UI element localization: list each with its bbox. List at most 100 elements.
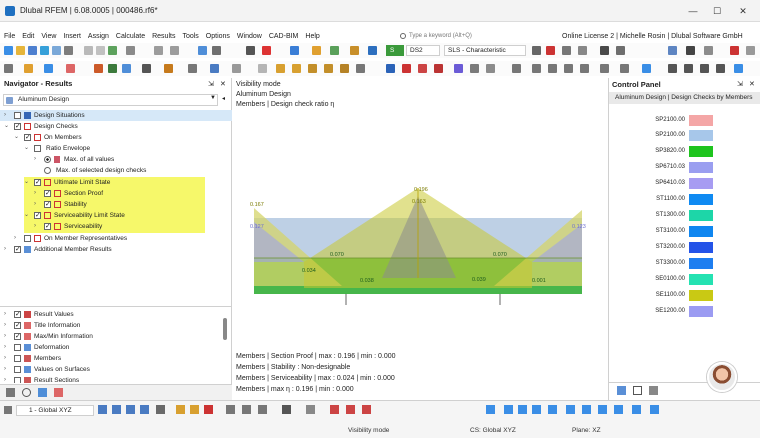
tree-item-member-representatives[interactable]: › On Member Representatives — [14, 233, 224, 244]
undo-icon[interactable] — [154, 46, 163, 55]
menu-view[interactable]: View — [41, 31, 56, 42]
magic-icon[interactable] — [24, 64, 33, 73]
max-min-checkbox[interactable] — [14, 331, 21, 342]
result-sections-checkbox[interactable] — [14, 377, 21, 383]
draw-line-icon[interactable] — [330, 405, 339, 414]
draw-polyline-icon[interactable] — [362, 405, 371, 414]
workplane-icon[interactable] — [614, 405, 623, 414]
guideline-icon[interactable] — [210, 64, 219, 73]
line-icon[interactable] — [66, 64, 75, 73]
tree-item-max-all-values[interactable]: › Max. of all values — [34, 154, 224, 165]
layers-icon[interactable] — [686, 46, 695, 55]
copy-tool-icon[interactable] — [356, 64, 365, 73]
results-icon[interactable] — [262, 46, 271, 55]
menu-calculate[interactable]: Calculate — [116, 31, 145, 42]
menu-cad-bim[interactable]: CAD-BIM — [269, 31, 299, 42]
design-icon[interactable] — [330, 46, 339, 55]
support-icon[interactable] — [142, 64, 151, 73]
print-icon[interactable] — [52, 46, 61, 55]
color-render-icon[interactable] — [204, 405, 213, 414]
chevron-right-icon[interactable]: › — [4, 353, 6, 364]
snap-icon[interactable] — [4, 64, 13, 73]
display-tab-icon[interactable] — [22, 388, 31, 397]
chevron-down-icon[interactable]: ⌄ — [14, 132, 19, 143]
align-right-icon[interactable] — [564, 64, 573, 73]
view-icon[interactable] — [668, 46, 677, 55]
rotate-icon[interactable] — [402, 64, 411, 73]
filter-icon[interactable] — [578, 46, 587, 55]
module-select[interactable]: Aluminum Design — [3, 94, 218, 106]
report-icon[interactable] — [312, 46, 321, 55]
brace-icon[interactable] — [340, 64, 349, 73]
beam-icon[interactable] — [308, 64, 317, 73]
menu-insert[interactable]: Insert — [63, 31, 81, 42]
view-side-icon[interactable] — [112, 405, 121, 414]
maximize-button[interactable]: ☐ — [708, 4, 726, 18]
menu-edit[interactable]: Edit — [22, 31, 34, 42]
deformation-checkbox[interactable] — [14, 344, 21, 351]
draw-arc-icon[interactable] — [346, 405, 355, 414]
result-values-checkbox[interactable] — [14, 309, 21, 320]
clipping-icon[interactable] — [242, 405, 251, 414]
print-preview-icon[interactable] — [64, 46, 73, 55]
menu-help[interactable]: Help — [305, 31, 319, 42]
dimension-icon[interactable] — [232, 64, 241, 73]
render-icon[interactable] — [156, 405, 165, 414]
chevron-down-icon[interactable]: ⌄ — [4, 121, 9, 132]
visibility-icon[interactable] — [258, 405, 267, 414]
save-icon[interactable] — [28, 46, 37, 55]
load-icon[interactable] — [368, 46, 377, 55]
menu-options[interactable]: Options — [206, 31, 230, 42]
object-snap-icon[interactable] — [598, 405, 607, 414]
chevron-right-icon[interactable]: › — [4, 375, 6, 383]
menu-tools[interactable]: Tools — [182, 31, 198, 42]
paste-icon[interactable] — [96, 46, 105, 55]
design-situations-checkbox[interactable] — [14, 112, 21, 119]
join-icon[interactable] — [486, 64, 495, 73]
grid-icon[interactable] — [188, 64, 197, 73]
ortho-icon[interactable] — [566, 405, 575, 414]
zoom-icon[interactable] — [212, 46, 221, 55]
max-all-values-radio[interactable] — [44, 156, 51, 163]
model-view[interactable]: Visibility mode Aluminum Design Members … — [232, 78, 608, 400]
tree-item-max-min[interactable]: › Max/Min Information — [4, 331, 219, 342]
scale-icon[interactable] — [600, 46, 609, 55]
title-information-checkbox[interactable] — [14, 320, 21, 331]
calculate-icon[interactable] — [290, 46, 299, 55]
pin-icon[interactable]: ⇲ — [737, 80, 743, 88]
tree-item-result-values[interactable]: › Result Values — [4, 309, 219, 320]
user-avatar[interactable] — [707, 362, 737, 392]
tree-item-on-members[interactable]: ⌄ On Members — [14, 132, 224, 143]
align-center-icon[interactable] — [548, 64, 557, 73]
column-icon[interactable] — [292, 64, 301, 73]
snap-grid-icon[interactable] — [486, 405, 495, 414]
table-import-icon[interactable] — [700, 64, 709, 73]
table-edit-icon[interactable] — [684, 64, 693, 73]
chevron-down-icon[interactable]: ⌄ — [24, 177, 29, 188]
view-iso-icon[interactable] — [140, 405, 149, 414]
search-input[interactable]: Type a keyword (Alt+Q) — [397, 31, 530, 42]
solid-icon[interactable] — [122, 64, 131, 73]
sketch-icon[interactable] — [350, 46, 359, 55]
members-checkbox[interactable] — [14, 355, 21, 362]
data-tab-icon[interactable] — [6, 388, 15, 397]
dimension-snap-icon[interactable] — [632, 405, 641, 414]
tree-item-design-situations[interactable]: › Design Situations — [4, 110, 224, 121]
cloud-icon[interactable] — [40, 46, 49, 55]
help-icon[interactable] — [730, 46, 739, 55]
chevron-right-icon[interactable]: › — [14, 233, 16, 244]
chevron-right-icon[interactable]: › — [34, 221, 36, 232]
snap-line-icon[interactable] — [518, 405, 527, 414]
table-icon[interactable] — [108, 46, 117, 55]
tree-item-design-checks[interactable]: ⌄ Design Checks — [4, 121, 224, 132]
view-top-icon[interactable] — [126, 405, 135, 414]
chevron-right-icon[interactable]: › — [4, 320, 6, 331]
chevron-right-icon[interactable]: › — [4, 244, 6, 255]
chevron-right-icon[interactable]: › — [4, 110, 6, 121]
polar-icon[interactable] — [582, 405, 591, 414]
minimize-button[interactable]: — — [684, 4, 702, 18]
sls-checkbox[interactable] — [34, 210, 41, 221]
snap-midpoint-icon[interactable] — [548, 405, 557, 414]
previous-case-icon[interactable] — [532, 46, 541, 55]
snap-surface-icon[interactable] — [532, 405, 541, 414]
